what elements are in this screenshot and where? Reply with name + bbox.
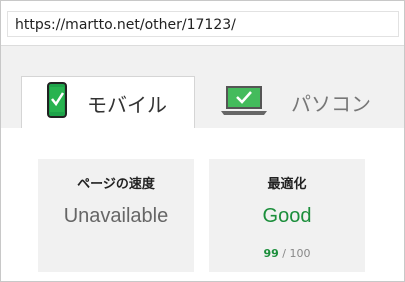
laptop-check-icon [221,86,267,120]
smartphone-check-icon [47,82,67,122]
tab-desktop-label: パソコン [291,92,371,116]
optimization-title: 最適化 [267,177,307,192]
tab-mobile-label: モバイル [87,93,167,117]
optimization-score: 99 / 100 [209,247,365,260]
speed-title: ページの速度 [77,177,155,192]
browser-frame: https://martto.net/other/17123/ モバイル パソコ… [0,0,405,282]
tab-mobile[interactable]: モバイル [21,76,195,128]
speed-value: Unavailable [63,205,169,227]
address-bar: https://martto.net/other/17123/ [1,1,404,46]
tab-desktop[interactable]: パソコン [209,76,389,128]
speed-card: ページの速度 Unavailable [38,159,194,272]
score-suffix: / 100 [282,247,311,260]
optimization-card: 最適化 Good 99 / 100 [209,159,365,272]
optimization-value: Good [262,205,312,227]
url-field[interactable]: https://martto.net/other/17123/ [7,11,399,37]
score-number: 99 [263,247,279,260]
results-panel: ページの速度 Unavailable 最適化 Good 99 / 100 [1,128,404,281]
